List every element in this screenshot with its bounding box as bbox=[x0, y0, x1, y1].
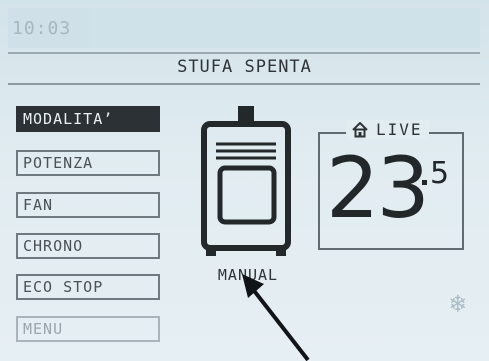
menu-item-modalita[interactable]: MODALITA’ bbox=[16, 106, 160, 132]
stove-icon bbox=[201, 106, 291, 256]
temperature-integer: 23 bbox=[326, 139, 430, 237]
top-divider bbox=[8, 52, 480, 54]
menu-item-potenza[interactable]: POTENZA bbox=[16, 150, 160, 176]
live-text: LIVE bbox=[376, 120, 423, 139]
stove-display-screen: 10:03 STUFA SPENTA MODALITA’ POTENZA FAN… bbox=[0, 0, 489, 361]
temperature-decimal-point bbox=[422, 180, 427, 185]
home-icon bbox=[352, 121, 368, 137]
top-bar-highlight bbox=[90, 8, 480, 48]
menu-item-menu[interactable]: MENU bbox=[16, 316, 160, 342]
stove-status: STUFA SPENTA bbox=[177, 57, 312, 77]
menu-item-eco-stop[interactable]: ECO STOP bbox=[16, 274, 160, 300]
temperature-decimal: 5 bbox=[430, 156, 450, 191]
status-divider bbox=[8, 83, 480, 85]
menu-item-fan[interactable]: FAN bbox=[16, 192, 160, 218]
pointer-arrow bbox=[242, 274, 310, 361]
clock-time: 10:03 bbox=[12, 18, 72, 39]
snowflake-icon: ❄ bbox=[450, 289, 466, 319]
menu-item-chrono[interactable]: CHRONO bbox=[16, 233, 160, 259]
live-label: LIVE bbox=[346, 120, 429, 139]
